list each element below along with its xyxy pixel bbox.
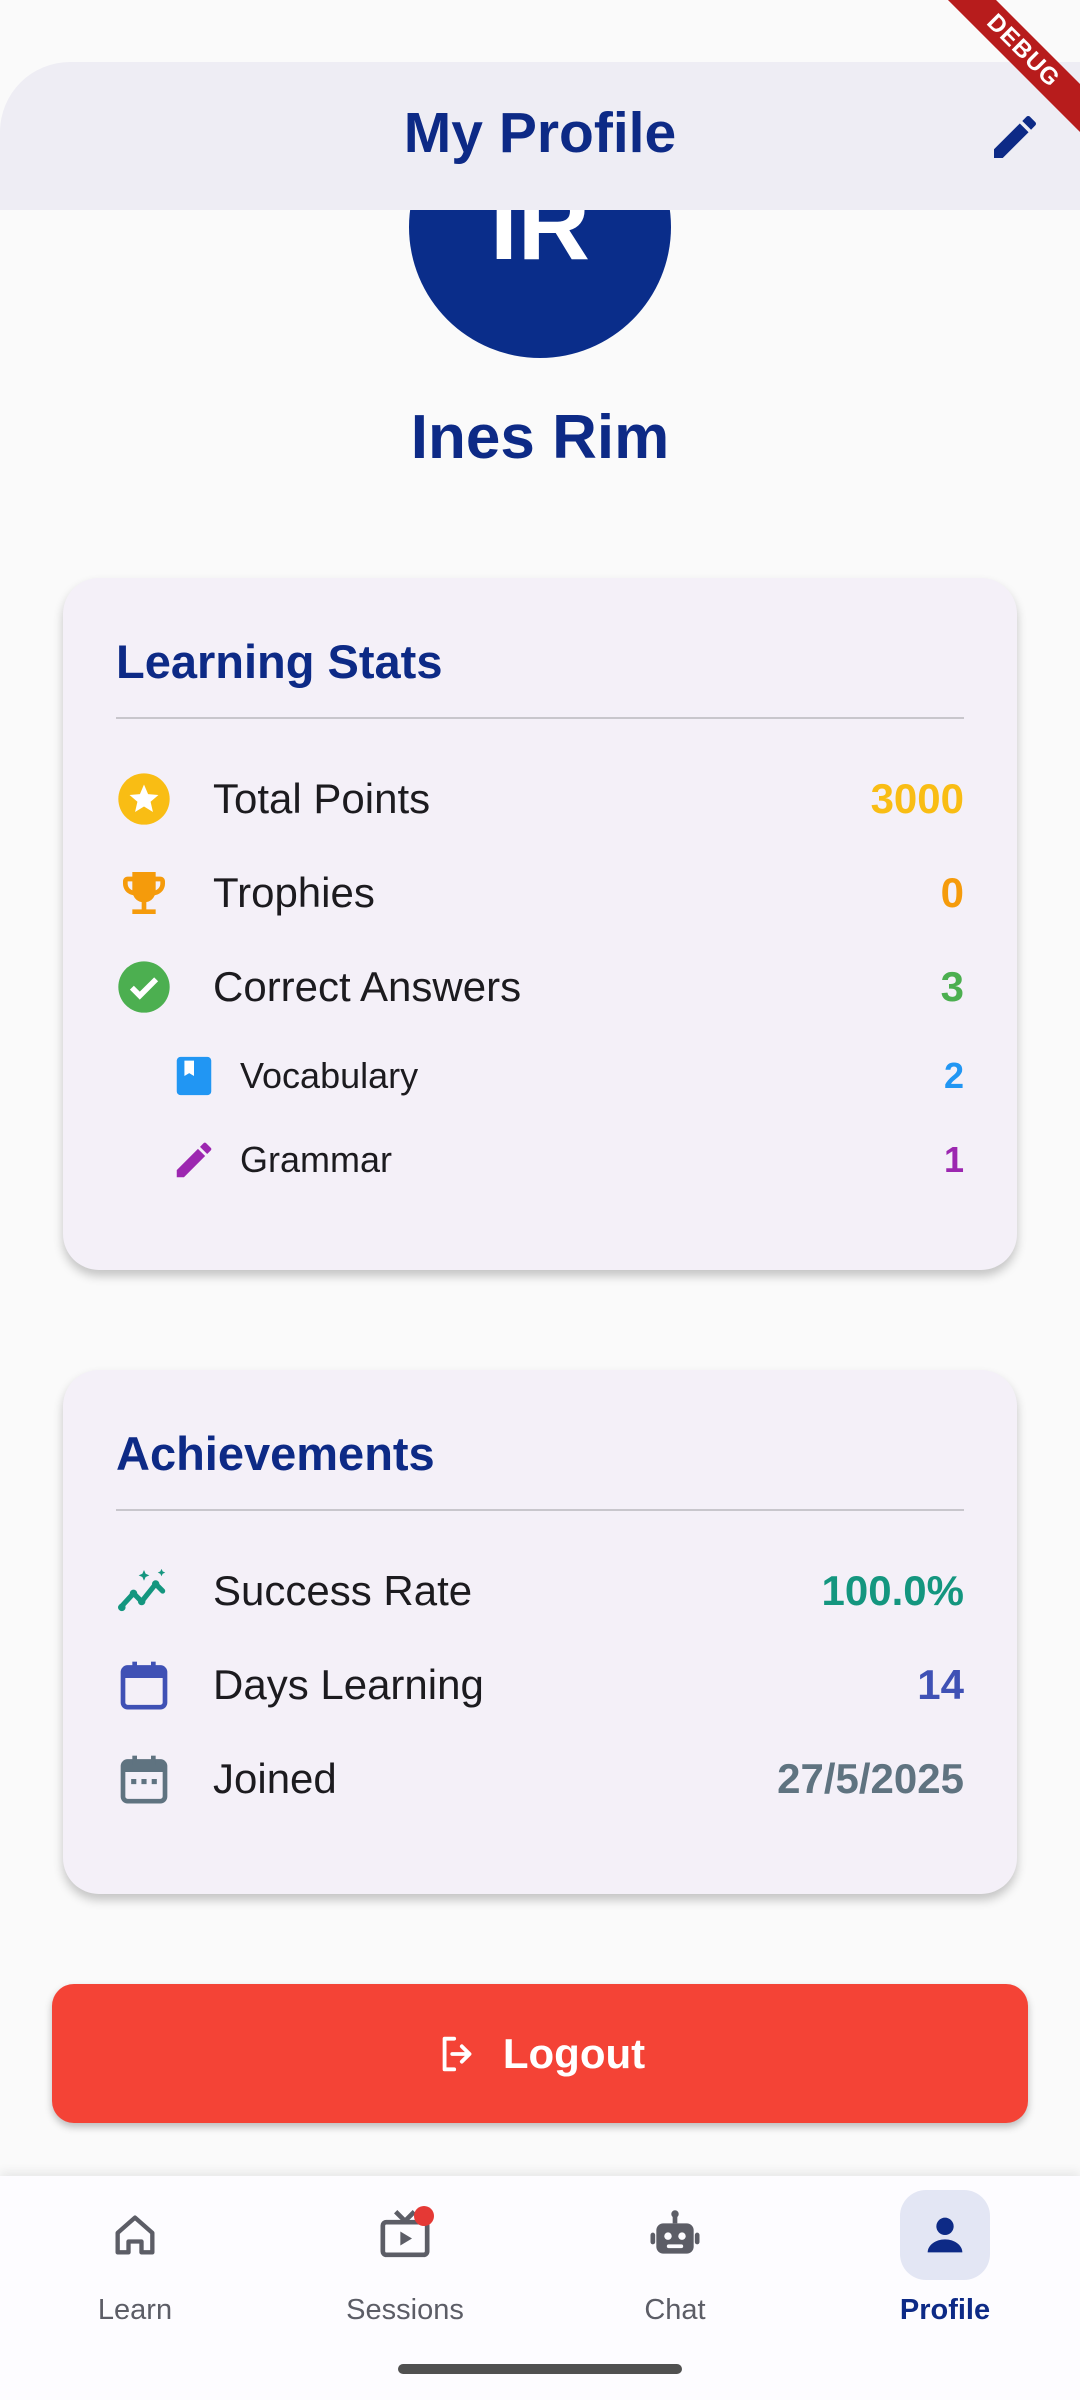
stat-value: 0	[940, 869, 964, 916]
nav-icon-container	[90, 2190, 180, 2280]
stat-label: Grammar	[240, 1139, 392, 1180]
calendar-icon	[120, 1661, 168, 1710]
page-title: My Profile	[403, 101, 677, 165]
home-icon	[115, 2215, 155, 2255]
stat-row-vocabulary: Vocabulary 2	[116, 1041, 964, 1111]
nav-icon-container	[900, 2190, 990, 2280]
stat-row-trophies: Trophies 0	[116, 857, 964, 927]
achievement-label: Joined	[213, 1755, 337, 1802]
star-circle-icon	[118, 773, 170, 825]
achievements-card: Achievements Success Rate 100.0% Days Le…	[63, 1370, 1017, 1894]
nav-item-chat[interactable]: Chat	[540, 2176, 810, 2376]
stat-row-total-points: Total Points 3000	[116, 763, 964, 833]
check-circle-icon	[118, 961, 170, 1013]
learning-stats-card: Learning Stats Total Points 3000 Trophie…	[63, 578, 1017, 1270]
person-icon	[927, 2217, 963, 2253]
achievement-label: Days Learning	[213, 1661, 484, 1708]
nav-label: Sessions	[346, 2294, 464, 2326]
nav-label: Profile	[899, 2294, 991, 2326]
nav-label: Chat	[644, 2294, 706, 2326]
home-indicator[interactable]	[398, 2364, 682, 2374]
achievement-row-success-rate: Success Rate 100.0%	[116, 1555, 964, 1625]
stat-value: 3000	[870, 775, 964, 822]
trophy-icon	[123, 872, 165, 914]
divider	[116, 717, 964, 719]
trending-up-icon	[118, 1568, 166, 1612]
pencil-icon	[176, 1142, 212, 1178]
stat-row-correct-answers: Correct Answers 3	[116, 951, 964, 1021]
achievement-value: 100.0%	[821, 1567, 964, 1614]
achievement-value: 14	[917, 1661, 964, 1708]
nav-icon-container	[360, 2190, 450, 2280]
notification-dot	[414, 2206, 434, 2226]
stat-label: Correct Answers	[213, 963, 522, 1010]
book-icon	[176, 1056, 212, 1096]
stat-value: 2	[943, 1055, 964, 1096]
nav-icon-container	[630, 2190, 720, 2280]
calendar-month-icon	[120, 1755, 168, 1804]
nav-label: Learn	[97, 2294, 173, 2326]
robot-icon	[650, 2210, 700, 2254]
stat-label: Vocabulary	[240, 1055, 419, 1096]
stat-label: Trophies	[213, 869, 375, 916]
divider	[116, 1509, 964, 1511]
achievement-row-days-learning: Days Learning 14	[116, 1649, 964, 1719]
card-title: Learning Stats	[116, 635, 443, 688]
nav-item-learn[interactable]: Learn	[0, 2176, 270, 2376]
achievement-row-joined: Joined 27/5/2025	[116, 1743, 964, 1813]
nav-item-sessions[interactable]: Sessions	[270, 2176, 540, 2376]
debug-banner: DEBUG	[920, 0, 1080, 160]
achievement-label: Success Rate	[213, 1567, 473, 1614]
stat-row-grammar: Grammar 1	[116, 1125, 964, 1195]
card-title: Achievements	[116, 1427, 435, 1480]
stat-label: Total Points	[213, 775, 431, 822]
achievement-value: 27/5/2025	[777, 1755, 964, 1802]
logout-icon	[442, 2036, 472, 2071]
stat-value: 1	[943, 1139, 964, 1180]
logout-button[interactable]: Logout	[52, 1984, 1028, 2123]
user-name: Ines Rim	[410, 403, 670, 472]
stat-value: 3	[940, 963, 964, 1010]
logout-label: Logout	[502, 2029, 646, 2077]
app-bar: My Profile	[0, 62, 1080, 210]
nav-item-profile[interactable]: Profile	[810, 2176, 1080, 2376]
